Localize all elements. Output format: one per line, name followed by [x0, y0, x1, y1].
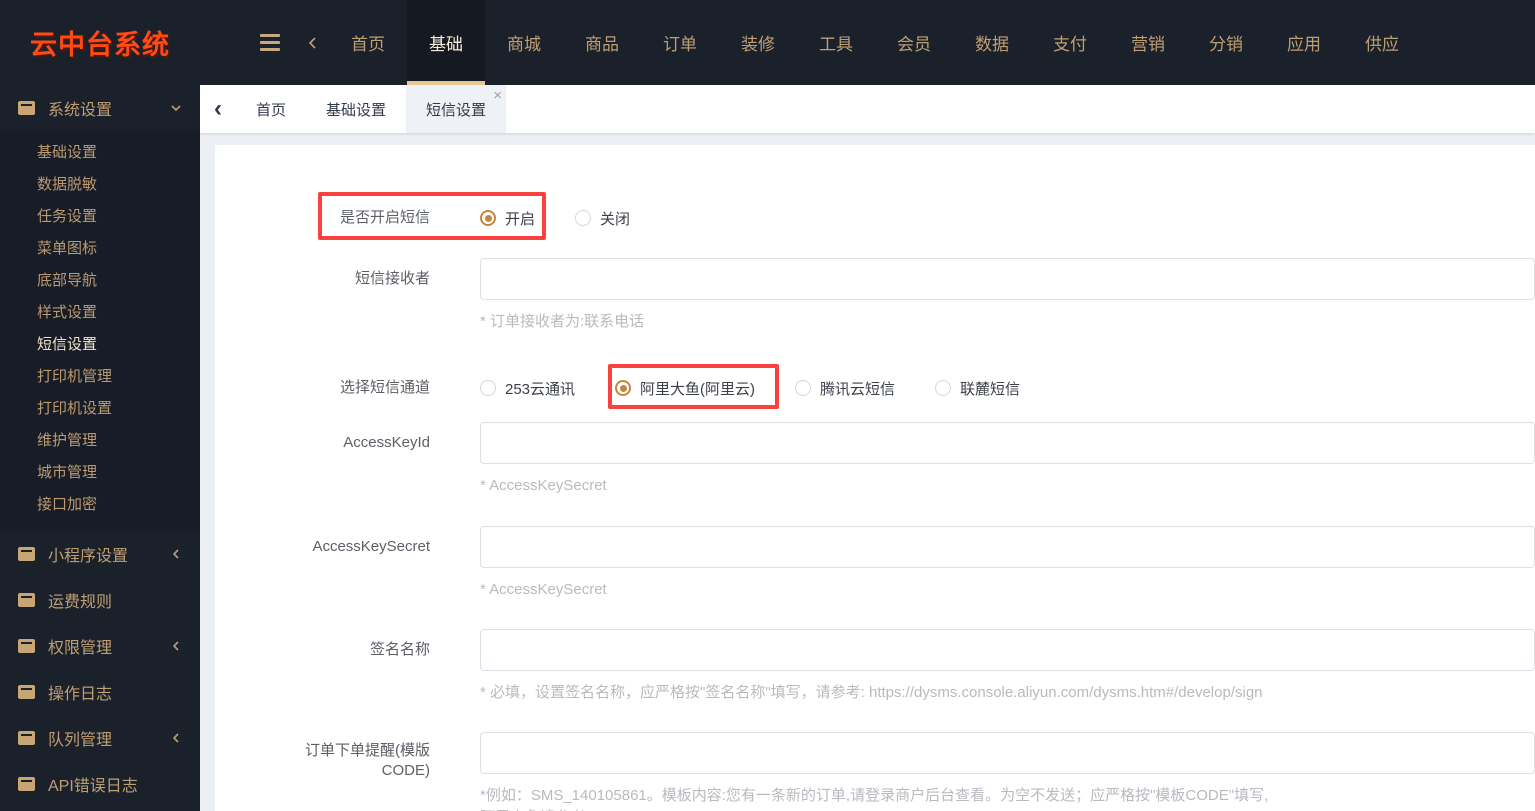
tab-basic-settings[interactable]: 基础设置 [306, 85, 406, 133]
topnav-item[interactable]: 工具 [797, 0, 875, 85]
radio-icon [480, 210, 496, 226]
accesskeysecret-input[interactable] [480, 526, 1535, 568]
radio-icon [575, 210, 592, 226]
radio-lianlu[interactable]: 联麓短信 [935, 378, 1020, 399]
field-label-signature-name: 签名名称 [369, 641, 430, 658]
box-icon [18, 639, 35, 653]
topnav-item[interactable]: 商城 [485, 0, 563, 85]
box-icon [18, 101, 35, 115]
topnav-item[interactable]: 首页 [329, 0, 407, 85]
chevron-left-icon [172, 641, 179, 651]
sidebar: 系统设置 基础设置 数据脱敏 任务设置 菜单图标 底部导航 样式设置 短信设置 … [0, 85, 200, 811]
box-icon [18, 547, 35, 561]
close-icon[interactable]: × [493, 88, 502, 103]
field-label-accesskeysecret: AccessKeySecret [312, 538, 430, 555]
radio-icon [795, 380, 812, 396]
topnav-item[interactable]: 分销 [1187, 0, 1265, 85]
topnav-item[interactable]: 订单 [641, 0, 719, 85]
sidebar-group-permission-management[interactable]: 权限管理 [0, 623, 200, 669]
radio-aliyun[interactable]: 阿里大鱼(阿里云) [615, 378, 755, 399]
sidebar-item-api-encryption[interactable]: 接口加密 [0, 489, 200, 521]
sms-receiver-input[interactable] [480, 258, 1535, 300]
sms-settings-form: 是否开启短信 开启 关闭 短信接收者 * 订单接收者为:联系电话 选择短信通道 … [215, 145, 1535, 811]
field-label-sms-receiver: 短信接收者 [354, 270, 430, 287]
topnav-item[interactable]: 数据 [953, 0, 1031, 85]
field-hint: * 订单接收者为:联系电话 [480, 313, 645, 330]
radio-253-cloud[interactable]: 253云通讯 [480, 378, 575, 399]
radio-open[interactable]: 开启 [480, 208, 535, 229]
box-icon [18, 685, 35, 699]
topnav-item-active[interactable]: 基础 [407, 0, 485, 85]
app-logo: 云中台系统 [30, 30, 170, 60]
topnav-item[interactable]: 营销 [1109, 0, 1187, 85]
sidebar-item-printer-settings[interactable]: 打印机设置 [0, 393, 200, 425]
tab-sms-settings[interactable]: 短信设置 × [406, 85, 507, 133]
chevron-down-icon [171, 105, 181, 112]
field-label-sms-channel: 选择短信通道 [339, 379, 430, 396]
topnav-item[interactable]: 装修 [719, 0, 797, 85]
topnav-item[interactable]: 支付 [1031, 0, 1109, 85]
order-template-code-input[interactable] [480, 732, 1535, 774]
sidebar-item-style-settings[interactable]: 样式设置 [0, 297, 200, 329]
field-label-order-template-code: 订单下单提醒(模版CODE) [305, 742, 430, 779]
sidebar-group-api-error-log[interactable]: API错误日志 [0, 761, 200, 807]
tabs-back-icon[interactable]: ‹ [200, 85, 236, 133]
sidebar-item-basic-settings[interactable]: 基础设置 [0, 137, 200, 169]
radio-icon [935, 380, 952, 396]
box-icon [18, 777, 35, 791]
radio-icon [615, 380, 632, 396]
sidebar-item-city-management[interactable]: 城市管理 [0, 457, 200, 489]
sidebar-group-mini-program-settings[interactable]: 小程序设置 [0, 531, 200, 577]
topnav-item[interactable]: 会员 [875, 0, 953, 85]
sidebar-item-menu-icons[interactable]: 菜单图标 [0, 233, 200, 265]
field-hint: * 必填，设置签名名称，应严格按"签名名称"填写，请参考: https://dy… [480, 684, 1263, 701]
field-label-accesskeyid: AccessKeyId [343, 434, 430, 451]
field-hint: * AccessKeySecret [480, 581, 607, 598]
sidebar-item-sms-settings[interactable]: 短信设置 [0, 329, 200, 361]
box-icon [18, 731, 35, 745]
sidebar-submenu: 基础设置 数据脱敏 任务设置 菜单图标 底部导航 样式设置 短信设置 打印机管理… [0, 131, 200, 531]
topnav-item[interactable]: 供应 [1343, 0, 1421, 85]
hamburger-menu-icon[interactable] [260, 0, 280, 85]
sidebar-group-system-settings[interactable]: 系统设置 [0, 85, 200, 131]
radio-icon [480, 380, 496, 396]
sidebar-group-operation-log[interactable]: 操作日志 [0, 669, 200, 715]
chevron-left-icon [172, 549, 179, 559]
chevron-left-icon [172, 733, 179, 743]
content-area: 是否开启短信 开启 关闭 短信接收者 * 订单接收者为:联系电话 选择短信通道 … [200, 133, 1535, 811]
topnav-item[interactable]: 应用 [1265, 0, 1343, 85]
sidebar-group-queue-management[interactable]: 队列管理 [0, 715, 200, 761]
box-icon [18, 593, 35, 607]
sidebar-item-data-masking[interactable]: 数据脱敏 [0, 169, 200, 201]
sidebar-item-task-settings[interactable]: 任务设置 [0, 201, 200, 233]
sidebar-group-shipping-rules[interactable]: 运费规则 [0, 577, 200, 623]
top-navbar: 云中台系统 首页 基础 商城 商品 订单 装修 工具 会员 数据 支付 营销 分… [0, 0, 1535, 85]
sms-enable-radio-group: 开启 关闭 [480, 196, 1535, 240]
field-label-sms-enable: 是否开启短信 [339, 209, 430, 226]
sidebar-item-maintenance-management[interactable]: 维护管理 [0, 425, 200, 457]
field-hint: *例如：SMS_140105861。模板内容:您有一条新的订单,请登录商户后台查… [480, 787, 1269, 804]
tab-home[interactable]: 首页 [236, 85, 306, 133]
radio-tencent[interactable]: 腾讯云短信 [795, 378, 895, 399]
sidebar-item-bottom-nav[interactable]: 底部导航 [0, 265, 200, 297]
topnav-item[interactable]: 商品 [563, 0, 641, 85]
sidebar-item-printer-management[interactable]: 打印机管理 [0, 361, 200, 393]
signature-name-input[interactable] [480, 629, 1535, 671]
field-hint: * AccessKeySecret [480, 477, 607, 494]
nav-collapse-icon[interactable] [308, 0, 317, 85]
radio-close[interactable]: 关闭 [575, 208, 630, 229]
accesskeyid-input[interactable] [480, 422, 1535, 464]
sms-channel-radio-group: 253云通讯 阿里大鱼(阿里云) 腾讯云短信 联麓短信 [480, 366, 1535, 410]
tabbar: ‹ 首页 基础设置 短信设置 × [200, 85, 1535, 133]
topnav: 首页 基础 商城 商品 订单 装修 工具 会员 数据 支付 营销 分销 应用 供… [329, 0, 1421, 85]
